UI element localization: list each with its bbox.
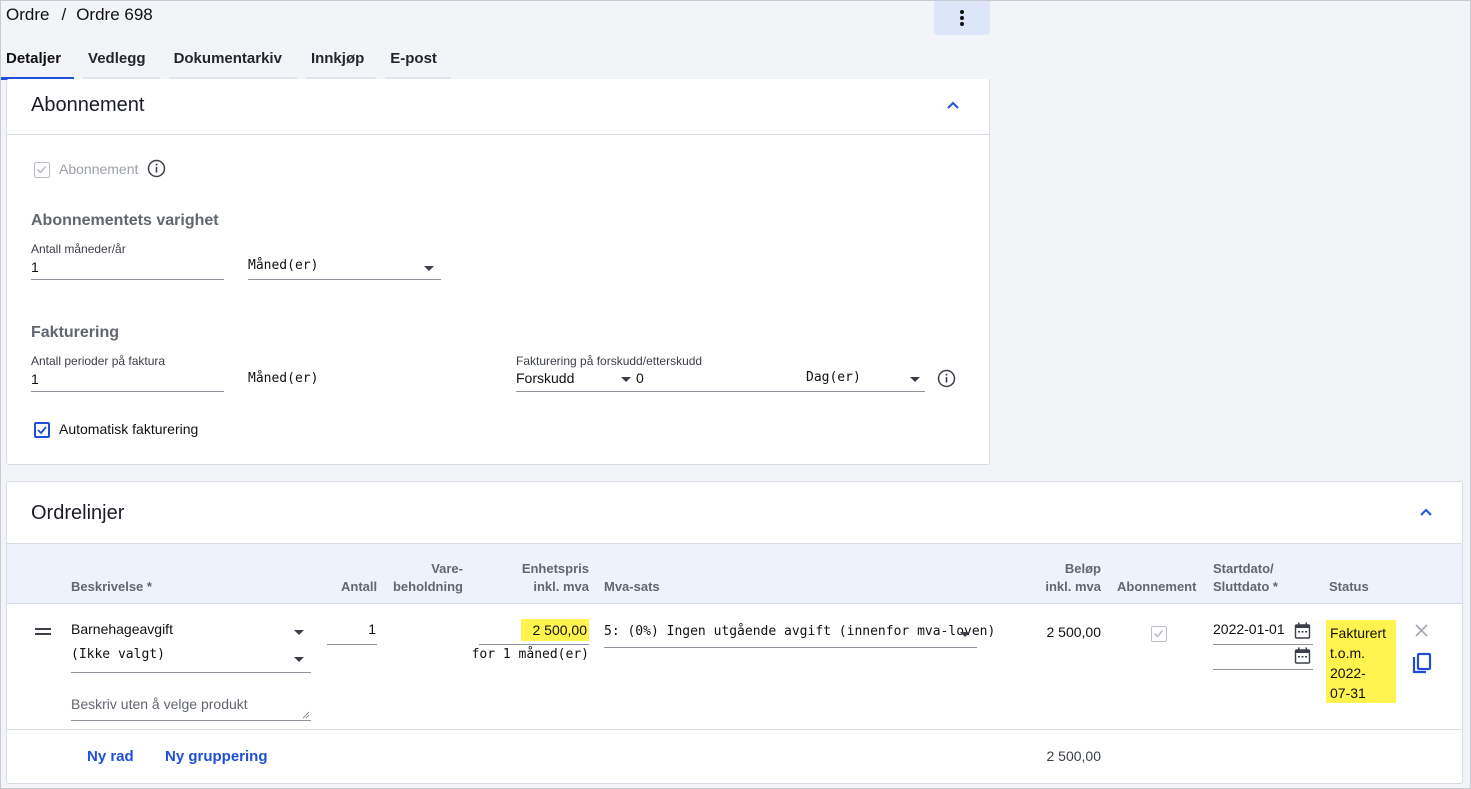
column-header-dates-line1: Startdato/	[1213, 561, 1274, 576]
billing-advance-label: Fakturering på forskudd/etterskudd	[516, 354, 703, 368]
status-line: 2022-	[1330, 665, 1366, 681]
duration-unit-select[interactable]: Måned(er)	[248, 258, 441, 280]
chevron-down-icon	[294, 630, 304, 635]
unit-price-value: 2 500,00	[521, 619, 589, 641]
column-header-stock-line2: beholdning	[392, 579, 463, 594]
duration-count-label: Antall måneder/år	[31, 242, 126, 256]
billing-periods-label: Antall perioder på faktura	[31, 354, 166, 368]
description-placeholder: Beskriv uten å velge produkt	[71, 696, 248, 712]
chevron-down-icon	[621, 377, 631, 382]
vat-select[interactable]: 5: (0%) Ingen utgående avgift (innenfor …	[604, 624, 995, 648]
column-header-stock: Vare- beholdning	[387, 560, 463, 596]
column-header-unit-price: Enhetspris inkl. mva	[497, 560, 589, 596]
drag-handle-icon[interactable]	[35, 628, 51, 636]
variant-select[interactable]: (Ikke valgt)	[71, 647, 311, 673]
card-divider	[7, 134, 989, 135]
status-line: Fakturert	[1330, 625, 1387, 641]
breadcrumb: Ordre / Ordre 698	[6, 5, 153, 25]
column-header-unit-price-line2: inkl. mva	[533, 579, 589, 594]
tab-vedlegg[interactable]: Vedlegg	[83, 45, 160, 80]
new-group-button[interactable]: Ny gruppering	[165, 748, 268, 765]
duration-count-input[interactable]: 1	[31, 259, 224, 280]
more-options-button[interactable]	[934, 1, 990, 35]
duration-unit-value: Måned(er)	[248, 258, 319, 273]
column-header-description: Beskrivelse *	[71, 579, 152, 594]
tab-innkjop[interactable]: Innkjøp	[305, 45, 377, 80]
column-header-amount-line1: Beløp	[1064, 561, 1101, 576]
tab-bar: Detaljer Vedlegg Dokumentarkiv Innkjøp E…	[1, 45, 460, 80]
breadcrumb-parent-link[interactable]: Ordre	[6, 5, 49, 24]
tab-detaljer[interactable]: Detaljer	[1, 45, 75, 80]
copy-icon[interactable]	[1411, 652, 1433, 676]
variant-value: (Ikke valgt)	[71, 647, 165, 662]
column-header-dates: Startdato/ Sluttdato *	[1213, 560, 1278, 596]
calendar-icon[interactable]	[1294, 647, 1311, 665]
auto-billing-checkbox[interactable]	[34, 422, 50, 438]
billing-advance-select[interactable]: Forskudd	[516, 370, 633, 392]
billing-offset-unit-value: Dag(er)	[806, 370, 861, 385]
tab-epost[interactable]: E-post	[385, 45, 451, 80]
subscription-checkbox-label: Abonnement	[59, 161, 139, 177]
start-date-value: 2022-01-01	[1213, 621, 1285, 637]
subscription-card: Abonnement Abonnement Abonnementets vari…	[6, 79, 990, 465]
tab-dokumentarkiv[interactable]: Dokumentarkiv	[168, 45, 297, 80]
column-header-status: Status	[1329, 579, 1369, 594]
product-select[interactable]: Barnehageavgift	[71, 621, 311, 645]
description-textarea[interactable]: Beskriv uten å velge produkt	[71, 696, 311, 721]
billing-periods-unit: Måned(er)	[248, 371, 319, 386]
table-row: Barnehageavgift (Ikke valgt) Beskriv ute…	[7, 604, 1462, 730]
column-header-quantity: Antall	[341, 579, 378, 594]
product-value: Barnehageavgift	[71, 621, 173, 637]
chevron-up-icon[interactable]	[1419, 505, 1433, 519]
auto-billing-label: Automatisk fakturering	[59, 421, 199, 437]
column-header-unit-price-line1: Enhetspris	[521, 561, 589, 576]
price-period: for 1 måned(er)	[471, 647, 589, 662]
new-row-button[interactable]: Ny rad	[87, 748, 134, 765]
billing-periods-input[interactable]: 1	[31, 371, 224, 392]
status-line: t.o.m.	[1330, 645, 1366, 661]
billing-offset-input[interactable]: 0	[633, 370, 803, 392]
row-amount: 2 500,00	[1046, 624, 1102, 640]
column-header-stock-line1: Vare-	[431, 561, 463, 576]
resize-handle-icon[interactable]	[302, 711, 310, 719]
info-icon[interactable]	[937, 369, 956, 388]
column-header-dates-line2: Sluttdato *	[1213, 579, 1278, 594]
column-header-subscription: Abonnement	[1117, 579, 1197, 594]
close-icon[interactable]	[1414, 623, 1429, 638]
billing-offset-unit-select[interactable]: Dag(er)	[803, 370, 925, 392]
subscription-title: Abonnement	[31, 94, 145, 116]
chevron-down-icon	[294, 657, 304, 662]
billing-heading: Fakturering	[31, 324, 120, 341]
quantity-input[interactable]: 1	[327, 621, 377, 645]
table-header: Beskrivelse * Antall Vare- beholdning En…	[7, 543, 1462, 604]
chevron-down-icon	[960, 632, 970, 637]
column-header-amount: Beløp inkl. mva	[1007, 560, 1101, 596]
order-total: 2 500,00	[1046, 748, 1102, 764]
order-lines-card: Ordrelinjer Beskrivelse * Antall Vare- b…	[6, 481, 1463, 784]
more-vertical-icon	[960, 10, 964, 26]
breadcrumb-current: Ordre 698	[76, 5, 153, 24]
duration-heading: Abonnementets varighet	[31, 212, 219, 229]
unit-price-input[interactable]: 2 500,00	[479, 619, 589, 645]
column-header-amount-line2: inkl. mva	[1045, 579, 1101, 594]
breadcrumb-separator: /	[61, 5, 67, 24]
calendar-icon[interactable]	[1294, 622, 1311, 640]
info-icon[interactable]	[147, 159, 166, 178]
billing-advance-value: Forskudd	[516, 370, 575, 386]
order-lines-title: Ordrelinjer	[31, 502, 125, 524]
chevron-down-icon	[910, 377, 920, 382]
status-line: 07-31	[1330, 685, 1366, 701]
check-icon	[36, 165, 47, 174]
vat-value: 5: (0%) Ingen utgående avgift (innenfor …	[604, 624, 996, 639]
chevron-down-icon	[424, 266, 434, 271]
check-icon	[37, 426, 47, 435]
check-icon	[1153, 629, 1164, 638]
subscription-checkbox	[34, 162, 50, 178]
status-badge: Fakturert t.o.m. 2022- 07-31	[1326, 620, 1396, 703]
column-header-vat: Mva-sats	[604, 579, 660, 594]
row-subscription-checkbox	[1151, 626, 1167, 642]
chevron-up-icon[interactable]	[946, 98, 960, 112]
